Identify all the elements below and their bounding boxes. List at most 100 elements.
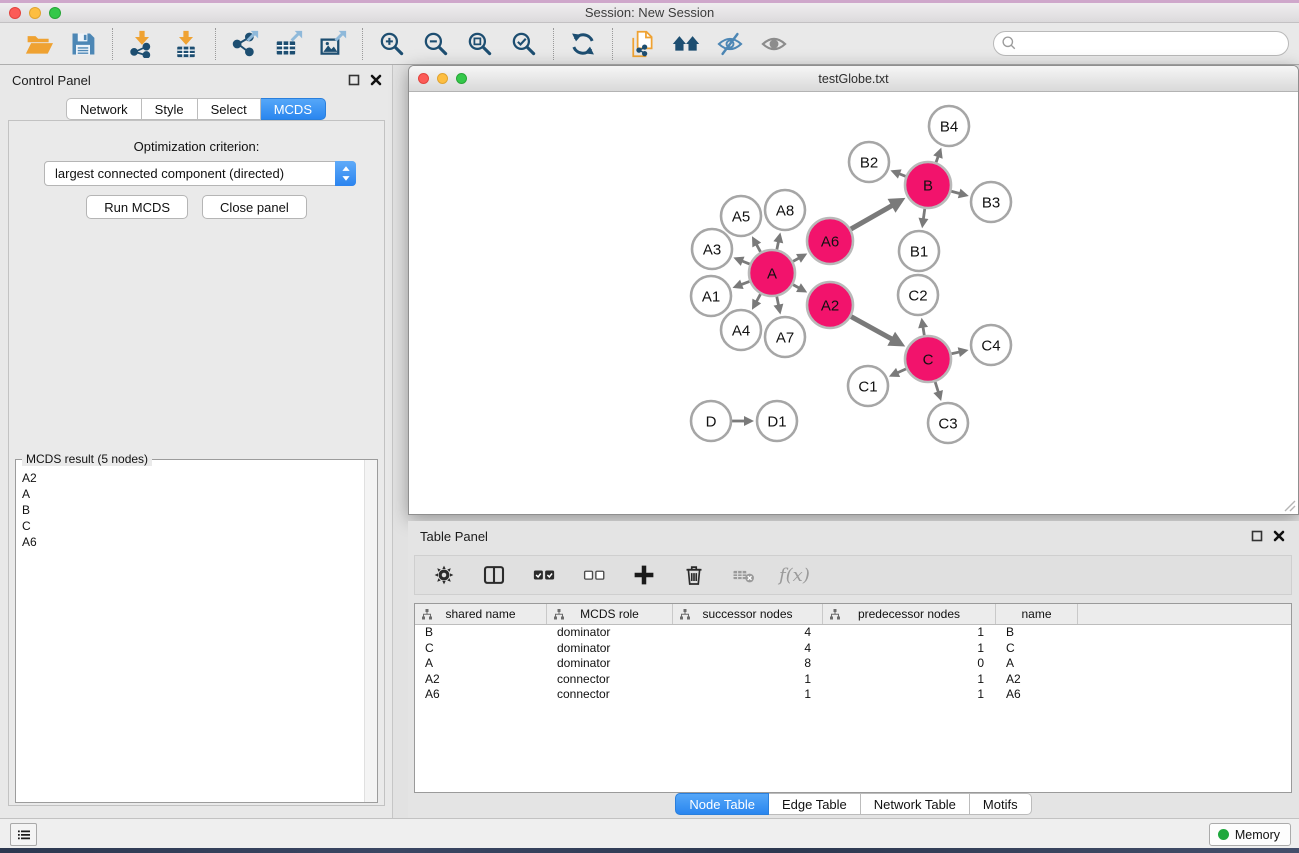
close-window-button[interactable] bbox=[9, 7, 21, 19]
copy-network-icon[interactable] bbox=[627, 29, 657, 59]
edge-B-B1[interactable] bbox=[923, 209, 924, 220]
mcds-result-item[interactable]: A2 bbox=[16, 470, 364, 486]
table-row[interactable]: Bdominator41B bbox=[415, 625, 1291, 641]
node-A6[interactable]: A6 bbox=[807, 218, 853, 264]
network-minimize-button[interactable] bbox=[437, 73, 448, 84]
mcds-result-item[interactable]: B bbox=[16, 502, 364, 518]
node-D[interactable]: D bbox=[691, 401, 731, 441]
show-graphics-details-icon[interactable] bbox=[759, 29, 789, 59]
edge-C-C4[interactable] bbox=[951, 352, 959, 354]
refresh-icon[interactable] bbox=[568, 29, 598, 59]
node-C2[interactable]: C2 bbox=[898, 275, 938, 315]
open-session-icon[interactable] bbox=[24, 29, 54, 59]
edge-A-A5[interactable] bbox=[756, 244, 760, 252]
task-history-button[interactable] bbox=[10, 823, 37, 846]
memory-button[interactable]: Memory bbox=[1209, 823, 1291, 846]
table-row[interactable]: Cdominator41C bbox=[415, 641, 1291, 657]
column-header-name[interactable]: name bbox=[996, 604, 1078, 624]
select-all-check-icon[interactable] bbox=[529, 560, 559, 590]
table-tab-node-table[interactable]: Node Table bbox=[675, 793, 769, 815]
deselect-all-icon[interactable] bbox=[579, 560, 609, 590]
network-maximize-button[interactable] bbox=[456, 73, 467, 84]
zoom-out-icon[interactable] bbox=[421, 29, 451, 59]
edge-A-A4[interactable] bbox=[756, 294, 760, 302]
edge-A-A8[interactable] bbox=[777, 241, 779, 249]
node-A[interactable]: A bbox=[749, 250, 795, 296]
edge-A-A2[interactable] bbox=[793, 285, 799, 288]
node-B1[interactable]: B1 bbox=[899, 231, 939, 271]
zoom-fit-icon[interactable] bbox=[465, 29, 495, 59]
node-D1[interactable]: D1 bbox=[757, 401, 797, 441]
node-B[interactable]: B bbox=[905, 162, 951, 208]
node-A5[interactable]: A5 bbox=[721, 196, 761, 236]
search-input[interactable] bbox=[993, 31, 1289, 56]
result-scrollbar[interactable] bbox=[364, 460, 377, 802]
node-A8[interactable]: A8 bbox=[765, 190, 805, 230]
table-tab-edge-table[interactable]: Edge Table bbox=[769, 793, 861, 815]
edge-A6-B[interactable] bbox=[851, 205, 893, 229]
export-table-icon[interactable] bbox=[274, 29, 304, 59]
edge-C-C3[interactable] bbox=[935, 382, 938, 393]
edge-A-A3[interactable] bbox=[742, 261, 750, 264]
mcds-result-item[interactable]: C bbox=[16, 518, 364, 534]
function-builder-icon[interactable]: f(x) bbox=[779, 565, 810, 586]
export-image-icon[interactable] bbox=[318, 29, 348, 59]
tab-style[interactable]: Style bbox=[142, 98, 198, 120]
edge-A-A1[interactable] bbox=[741, 281, 750, 284]
save-session-icon[interactable] bbox=[68, 29, 98, 59]
node-A7[interactable]: A7 bbox=[765, 317, 805, 357]
table-tab-network-table[interactable]: Network Table bbox=[861, 793, 970, 815]
edge-A-A6[interactable] bbox=[793, 258, 799, 261]
close-table-panel-icon[interactable] bbox=[1273, 529, 1285, 547]
export-network-icon[interactable] bbox=[230, 29, 260, 59]
tab-mcds[interactable]: MCDS bbox=[261, 98, 326, 120]
delete-column-icon[interactable] bbox=[679, 560, 709, 590]
edge-A-A7[interactable] bbox=[777, 297, 779, 306]
node-A2[interactable]: A2 bbox=[807, 282, 853, 328]
edge-C-C2[interactable] bbox=[923, 327, 924, 336]
edge-B-B2[interactable] bbox=[899, 174, 906, 177]
node-B4[interactable]: B4 bbox=[929, 106, 969, 146]
node-C3[interactable]: C3 bbox=[928, 403, 968, 443]
resize-grip-icon[interactable] bbox=[1282, 498, 1296, 512]
float-table-panel-icon[interactable] bbox=[1251, 529, 1263, 547]
optimization-criterion-select[interactable]: largest connected component (directed) bbox=[44, 161, 356, 186]
node-A1[interactable]: A1 bbox=[691, 276, 731, 316]
table-row[interactable]: Adominator80A bbox=[415, 656, 1291, 672]
split-view-icon[interactable] bbox=[479, 560, 509, 590]
close-panel-button[interactable]: Close panel bbox=[202, 195, 307, 219]
mcds-result-item[interactable]: A6 bbox=[16, 534, 364, 550]
hide-graphics-details-icon[interactable] bbox=[715, 29, 745, 59]
close-panel-icon[interactable] bbox=[370, 73, 382, 91]
import-table-icon[interactable] bbox=[171, 29, 201, 59]
maximize-window-button[interactable] bbox=[49, 7, 61, 19]
tab-network[interactable]: Network bbox=[66, 98, 142, 120]
open-recent-icon[interactable] bbox=[671, 29, 701, 59]
import-network-icon[interactable] bbox=[127, 29, 157, 59]
tab-select[interactable]: Select bbox=[198, 98, 261, 120]
column-header-shared-name[interactable]: shared name bbox=[415, 604, 547, 624]
column-header-successor-nodes[interactable]: successor nodes bbox=[673, 604, 823, 624]
edge-A2-C[interactable] bbox=[851, 317, 892, 340]
table-row[interactable]: A2connector11A2 bbox=[415, 672, 1291, 688]
node-C1[interactable]: C1 bbox=[848, 366, 888, 406]
edge-C-C1[interactable] bbox=[897, 369, 906, 373]
add-column-icon[interactable] bbox=[629, 560, 659, 590]
column-header-MCDS-role[interactable]: MCDS role bbox=[547, 604, 673, 624]
table-tab-motifs[interactable]: Motifs bbox=[970, 793, 1032, 815]
node-B3[interactable]: B3 bbox=[971, 182, 1011, 222]
edge-B-B3[interactable] bbox=[951, 191, 960, 193]
network-window-titlebar[interactable]: testGlobe.txt bbox=[409, 66, 1298, 92]
float-panel-icon[interactable] bbox=[348, 73, 360, 91]
minimize-window-button[interactable] bbox=[29, 7, 41, 19]
node-B2[interactable]: B2 bbox=[849, 142, 889, 182]
node-A3[interactable]: A3 bbox=[692, 229, 732, 269]
zoom-in-icon[interactable] bbox=[377, 29, 407, 59]
delete-table-icon[interactable] bbox=[729, 560, 759, 590]
node-C4[interactable]: C4 bbox=[971, 325, 1011, 365]
network-canvas[interactable]: B4B2BB3A5A8A6B1A3AA1C2A2A4A7C4CC1C3DD1 bbox=[409, 92, 1298, 514]
mcds-result-item[interactable]: A bbox=[16, 486, 364, 502]
node-A4[interactable]: A4 bbox=[721, 310, 761, 350]
network-close-button[interactable] bbox=[418, 73, 429, 84]
table-row[interactable]: A6connector11A6 bbox=[415, 687, 1291, 703]
